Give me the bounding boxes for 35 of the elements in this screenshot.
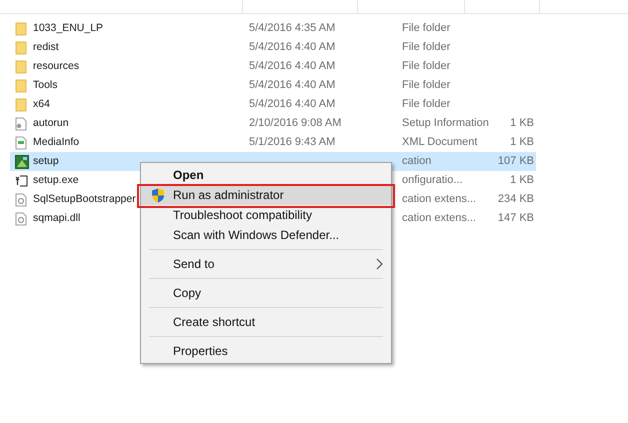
- file-type: File folder: [402, 41, 450, 54]
- date-modified: 5/4/2016 4:40 AM: [249, 60, 336, 72]
- file-size: 1 KB: [510, 174, 534, 186]
- file-type: File folder: [402, 79, 450, 92]
- file-size: 147 KB: [498, 212, 534, 224]
- file-name: MediaInfo: [33, 136, 80, 148]
- file-name: sqmapi.dll: [33, 212, 80, 224]
- file-type: cation: [402, 155, 432, 168]
- file-type: XML Document: [402, 136, 478, 148]
- file-type: onfiguratio...: [402, 174, 463, 186]
- date-modified: 5/4/2016 4:40 AM: [249, 98, 336, 110]
- file-name: autorun: [33, 117, 69, 130]
- file-name: redist: [33, 41, 59, 54]
- file-name: Tools: [33, 79, 58, 92]
- file-type: File folder: [402, 60, 450, 72]
- file-name: setup.exe: [33, 174, 79, 186]
- date-modified: 5/4/2016 4:40 AM: [249, 79, 336, 92]
- date-modified: 5/4/2016 4:35 AM: [249, 22, 336, 34]
- file-type: cation extens...: [402, 193, 476, 206]
- file-size: 1 KB: [510, 136, 534, 148]
- file-name: setup: [33, 155, 59, 168]
- file-size: 234 KB: [498, 193, 534, 206]
- file-name: SqlSetupBootstrapper: [33, 193, 136, 206]
- date-modified: 5/4/2016 4:40 AM: [249, 41, 336, 54]
- file-type: File folder: [402, 22, 450, 34]
- file-name: x64: [33, 98, 50, 110]
- file-size: 1 KB: [510, 117, 534, 130]
- date-modified: 5/1/2016 9:43 AM: [249, 136, 336, 148]
- file-type: File folder: [402, 98, 450, 110]
- file-name: 1033_ENU_LP: [33, 22, 104, 34]
- date-modified: 2/10/2016 9:08 AM: [249, 117, 342, 130]
- file-type: Setup Information: [402, 117, 489, 130]
- file-size: 107 KB: [498, 155, 534, 168]
- file-type: cation extens...: [402, 212, 476, 224]
- file-name: resources: [33, 60, 80, 72]
